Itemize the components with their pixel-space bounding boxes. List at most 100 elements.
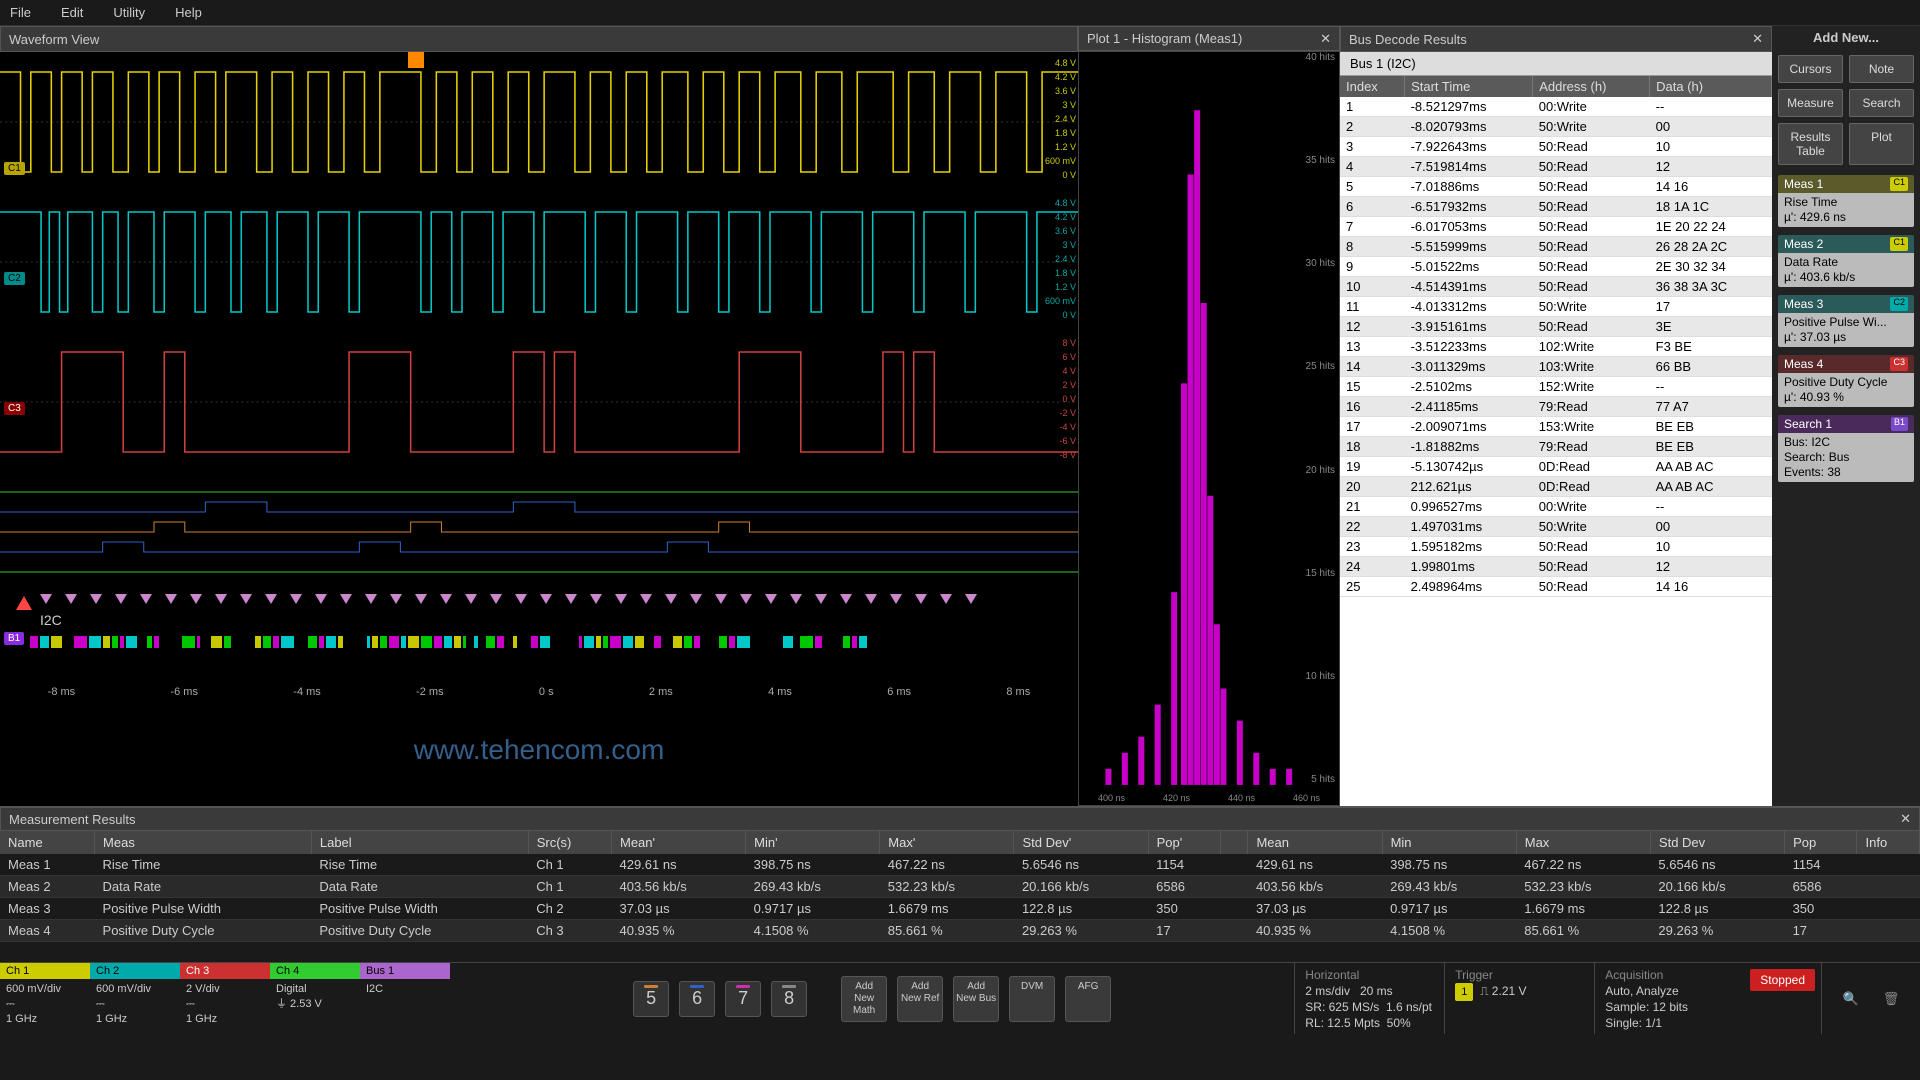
decode-tab[interactable]: Bus 1 (I2C) [1340,52,1772,76]
measurement-results-table[interactable]: NameMeasLabelSrc(s)Mean'Min'Max'Std Dev'… [0,831,1920,942]
meas-col-header[interactable]: Max [1516,831,1650,854]
waveform-area[interactable]: C1 4.8 V4.2 V3.6 V3 V2.4 V1.8 V1.2 V600 … [0,52,1078,806]
search-marker-icon[interactable] [640,594,652,604]
search-marker-icon[interactable] [690,594,702,604]
search-marker-icon[interactable] [740,594,752,604]
meas-col-header[interactable]: Mean [1248,831,1382,854]
search-marker-icon[interactable] [265,594,277,604]
waveform-ch1[interactable]: C1 4.8 V4.2 V3.6 V3 V2.4 V1.8 V1.2 V600 … [0,52,1078,192]
decode-table[interactable]: IndexStart TimeAddress (h)Data (h) 1-8.5… [1340,76,1772,597]
waveform-digital[interactable] [0,472,1078,592]
note-button[interactable]: Note [1849,55,1914,83]
add-ref-button[interactable]: Add New Ref [897,976,943,1022]
meas-col-header[interactable]: Max' [880,831,1014,854]
measure-button[interactable]: Measure [1778,89,1843,117]
table-row[interactable]: 18-1.81882ms79:ReadBE EB [1340,437,1772,457]
search-marker-icon[interactable] [215,594,227,604]
search1-chip[interactable]: Search 1B1 Bus: I2CSearch: BusEvents: 38 [1778,415,1914,482]
table-row[interactable]: 231.595182ms50:Read10 [1340,537,1772,557]
table-row[interactable]: Meas 4Positive Duty CyclePositive Duty C… [0,920,1920,942]
ch5-button[interactable]: 5 [633,981,669,1017]
table-row[interactable]: Meas 1Rise TimeRise TimeCh 1429.61 ns398… [0,854,1920,876]
table-row[interactable]: Meas 3Positive Pulse WidthPositive Pulse… [0,898,1920,920]
table-row[interactable]: 210.996527ms00:Write-- [1340,497,1772,517]
meas-col-header[interactable] [1221,831,1248,854]
table-row[interactable]: 1-8.521297ms00:Write-- [1340,97,1772,117]
search-marker-icon[interactable] [90,594,102,604]
results-table-button[interactable]: Results Table [1778,123,1843,165]
ch7-button[interactable]: 7 [725,981,761,1017]
search-marker-icon[interactable] [915,594,927,604]
close-icon[interactable]: ✕ [1900,811,1911,827]
meas2-chip[interactable]: Meas 2C1 Data Rateµ': 403.6 kb/s [1778,235,1914,287]
bus-badge[interactable]: B1 [4,632,24,645]
search-marker-icon[interactable] [390,594,402,604]
meas-col-header[interactable]: Info [1857,831,1920,854]
search-marker-icon[interactable] [440,594,452,604]
plot-button[interactable]: Plot [1849,123,1914,165]
acquisition-info[interactable]: Acquisition Auto, Analyze Sample: 12 bit… [1594,963,1744,1034]
meas4-chip[interactable]: Meas 4C3 Positive Duty Cycleµ': 40.93 % [1778,355,1914,407]
horizontal-info[interactable]: Horizontal 2 ms/div 20 ms SR: 625 MS/s 1… [1294,963,1444,1034]
ch2-badge[interactable]: C2 [4,272,25,285]
waveform-bus[interactable]: I2C B1 [0,592,1078,672]
waveform-ch3[interactable]: C3 8 V6 V4 V2 V0 V-2 V-4 V-6 V-8 V [0,332,1078,472]
meas-col-header[interactable]: Label [311,831,528,854]
search-marker-icon[interactable] [65,594,77,604]
ch3-tab[interactable]: Ch 3 2 V/div⎓1 GHz [180,963,270,1034]
menu-utility[interactable]: Utility [113,5,145,20]
meas-col-header[interactable]: Pop' [1148,831,1220,854]
table-row[interactable]: 252.498964ms50:Read14 16 [1340,577,1772,597]
search-marker-icon[interactable] [465,594,477,604]
table-row[interactable]: 8-5.515999ms50:Read26 28 2A 2C [1340,237,1772,257]
meas-col-header[interactable]: Std Dev' [1014,831,1148,854]
meas-col-header[interactable]: Pop [1785,831,1857,854]
trash-icon[interactable]: 🗑 [1876,984,1906,1014]
search-marker-icon[interactable] [940,594,952,604]
meas-col-header[interactable]: Mean' [611,831,745,854]
table-row[interactable]: 6-6.517932ms50:Read18 1A 1C [1340,197,1772,217]
search-marker-icon[interactable] [515,594,527,604]
add-math-button[interactable]: Add New Math [841,976,887,1022]
afg-button[interactable]: AFG [1065,976,1111,1022]
menu-file[interactable]: File [10,5,31,20]
meas-col-header[interactable]: Name [0,831,95,854]
histogram-area[interactable]: 40 hits35 hits30 hits25 hits20 hits15 hi… [1078,51,1340,806]
meas1-chip[interactable]: Meas 1C1 Rise Timeµ': 429.6 ns [1778,175,1914,227]
ch2-tab[interactable]: Ch 2 600 mV/div⎓1 GHz [90,963,180,1034]
waveform-ch2[interactable]: C2 4.8 V4.2 V3.6 V3 V2.4 V1.8 V1.2 V600 … [0,192,1078,332]
meas-col-header[interactable]: Std Dev [1650,831,1784,854]
search-marker-icon[interactable] [590,594,602,604]
search-marker-icon[interactable] [190,594,202,604]
search-marker-icon[interactable] [115,594,127,604]
close-icon[interactable]: ✕ [1752,31,1763,47]
table-row[interactable]: 4-7.519814ms50:Read12 [1340,157,1772,177]
search-marker-icon[interactable] [715,594,727,604]
ch6-button[interactable]: 6 [679,981,715,1017]
close-icon[interactable]: ✕ [1320,31,1331,47]
search-marker-icon[interactable] [965,594,977,604]
run-stop-button[interactable]: Stopped [1750,969,1815,991]
table-row[interactable]: 3-7.922643ms50:Read10 [1340,137,1772,157]
ch3-badge[interactable]: C3 [4,402,25,415]
trigger-info[interactable]: Trigger 1 ⎍ 2.21 V [1444,963,1594,1034]
search-marker-icon[interactable] [240,594,252,604]
zoom-icon[interactable]: 🔍 [1836,984,1866,1014]
bus1-tab[interactable]: Bus 1 I2C [360,963,450,1034]
search-marker-icon[interactable] [865,594,877,604]
search-button[interactable]: Search [1849,89,1914,117]
ch1-tab[interactable]: Ch 1 600 mV/div⎓1 GHz [0,963,90,1034]
decode-col-header[interactable]: Data (h) [1650,76,1772,97]
decode-col-header[interactable]: Index [1340,76,1405,97]
search-marker-icon[interactable] [540,594,552,604]
table-row[interactable]: 241.99801ms50:Read12 [1340,557,1772,577]
search-marker-icon[interactable] [165,594,177,604]
table-row[interactable]: 9-5.01522ms50:Read2E 30 32 34 [1340,257,1772,277]
search-marker-icon[interactable] [315,594,327,604]
meas-col-header[interactable]: Src(s) [528,831,611,854]
search-marker-icon[interactable] [840,594,852,604]
menu-edit[interactable]: Edit [61,5,83,20]
meas3-chip[interactable]: Meas 3C2 Positive Pulse Wi...µ': 37.03 µ… [1778,295,1914,347]
decode-col-header[interactable]: Address (h) [1533,76,1650,97]
meas-col-header[interactable]: Meas [95,831,312,854]
